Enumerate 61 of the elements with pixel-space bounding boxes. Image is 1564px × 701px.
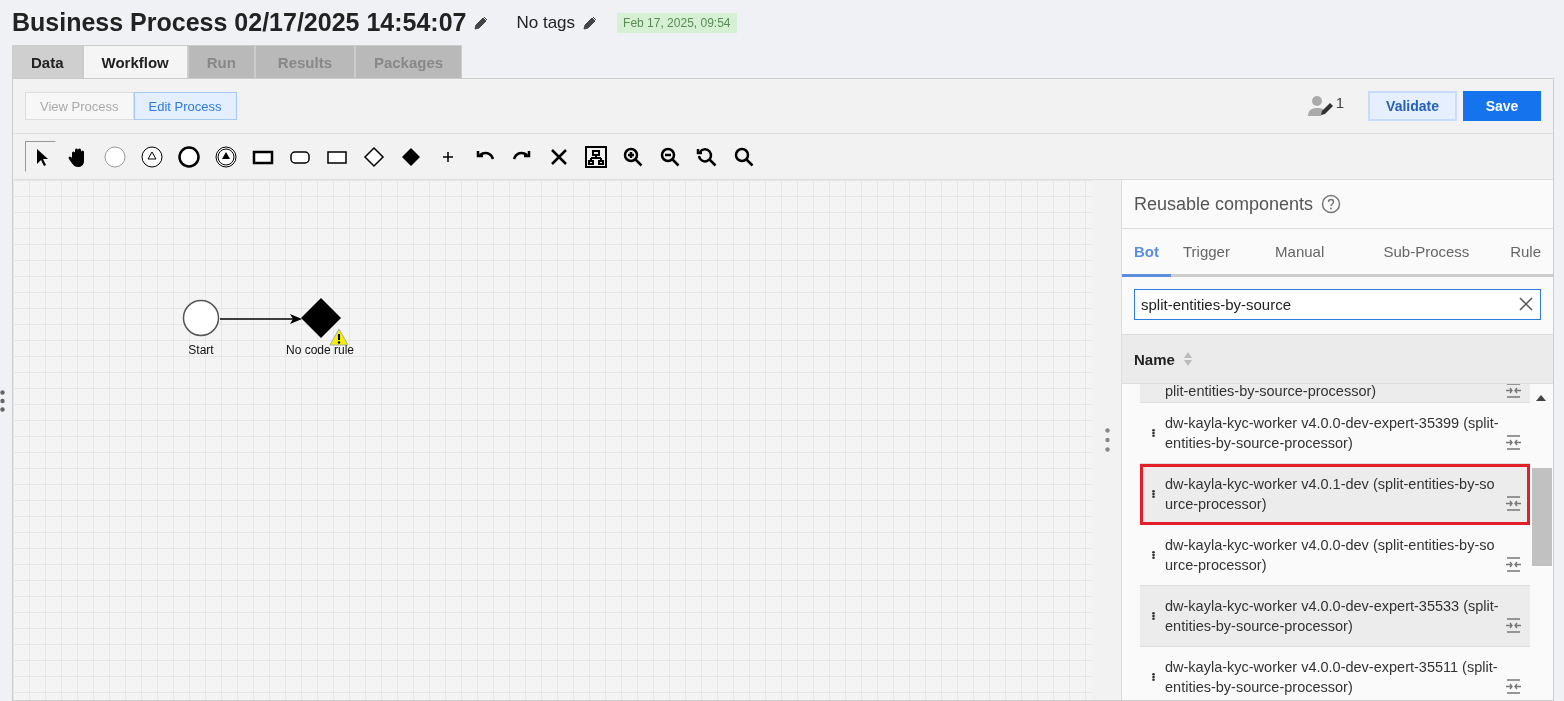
component-name: plit-entities-by-source-processor)	[1165, 384, 1378, 401]
diamond-icon	[362, 145, 385, 168]
component-row[interactable]: dw-kayla-kyc-worker v4.0.1-dev (split-entities-by-source-processor)	[1140, 464, 1530, 525]
merge-icon	[1505, 618, 1522, 633]
zoom-in-icon	[621, 145, 644, 168]
timestamp-badge: Feb 17, 2025, 09:54	[617, 12, 737, 33]
search-field[interactable]: split-entities-by-source	[1134, 289, 1541, 320]
start-event-circle	[182, 299, 220, 337]
component-row[interactable]: dw-kayla-kyc-worker v4.0.0-dev-expert-35533 (split-entities-by-source-processor)	[1140, 586, 1530, 647]
zoom-out-icon	[658, 145, 681, 168]
more-icon[interactable]	[1152, 609, 1155, 623]
panel-tab[interactable]: Manual	[1263, 229, 1356, 277]
more-icon[interactable]	[1152, 670, 1155, 684]
node-label: Start	[188, 343, 214, 357]
more-icon[interactable]	[1152, 426, 1155, 440]
column-header: Name	[1134, 350, 1175, 368]
help-icon[interactable]	[1321, 194, 1342, 214]
node-label: No code rule	[286, 343, 354, 357]
clear-icon[interactable]	[1519, 297, 1533, 311]
merge-icon	[1505, 435, 1522, 450]
panel-title: Reusable components	[1134, 193, 1314, 215]
circle-icon	[103, 145, 126, 168]
tab[interactable]: Workflow	[82, 45, 188, 78]
panel-tab[interactable]: Trigger	[1171, 229, 1264, 277]
merge-icon	[1505, 679, 1522, 694]
merge-icon	[1505, 384, 1522, 398]
pencil-icon[interactable]	[583, 15, 598, 30]
action-button[interactable]: Save	[1463, 91, 1541, 121]
search-icon	[732, 145, 755, 168]
tool-button[interactable]	[25, 141, 56, 172]
editor-count: 1	[1335, 93, 1345, 111]
resize-handle[interactable]	[1104, 428, 1110, 452]
panel-tab[interactable]: Rule	[1481, 229, 1553, 277]
component-name: dw-kayla-kyc-worker v4.0.0-dev-expert-35399 (split-entities-by-source-processor)	[1165, 414, 1500, 453]
scroll-up-icon[interactable]	[1535, 394, 1547, 402]
more-icon[interactable]	[1152, 487, 1155, 501]
triangle-circle-icon	[140, 145, 163, 168]
merge-icon	[1505, 557, 1522, 572]
more-icon[interactable]	[1152, 548, 1155, 562]
tags-label: No tags	[516, 12, 576, 33]
zoom-reset-icon	[695, 145, 718, 168]
component-name: dw-kayla-kyc-worker v4.0.0-dev-expert-35511 (split-entities-by-source-processor)	[1165, 658, 1499, 697]
page-title: Business Process 02/17/2025 14:54:07	[12, 8, 467, 37]
panel-tab[interactable]: Bot	[1122, 229, 1171, 277]
component-name: dw-kayla-kyc-worker v4.0.0-dev (split-entities-by-source-processor)	[1165, 536, 1496, 575]
action-button[interactable]: Validate	[1368, 91, 1457, 121]
tab[interactable]: Data	[12, 45, 83, 78]
component-name: dw-kayla-kyc-worker v4.0.1-dev (split-entities-by-source-processor)	[1165, 475, 1496, 514]
scrollbar-thumb[interactable]	[1532, 468, 1552, 566]
user-edit-icon	[1307, 95, 1334, 117]
mode-button[interactable]: Edit Process	[133, 92, 237, 120]
gateway-diamond	[301, 298, 341, 338]
component-row[interactable]: plit-entities-by-source-processor)	[1140, 384, 1530, 403]
merge-icon	[1505, 496, 1522, 511]
panel-tab[interactable]: Sub-Process	[1355, 229, 1482, 277]
pencil-icon[interactable]	[474, 15, 489, 30]
triangle-circle-icon	[214, 145, 237, 168]
component-name: dw-kayla-kyc-worker v4.0.0-dev-expert-35533 (split-entities-by-source-processor)	[1165, 597, 1500, 636]
layout-icon	[584, 145, 607, 168]
resize-handle[interactable]	[0, 390, 5, 412]
thick-circle-icon	[177, 145, 200, 168]
